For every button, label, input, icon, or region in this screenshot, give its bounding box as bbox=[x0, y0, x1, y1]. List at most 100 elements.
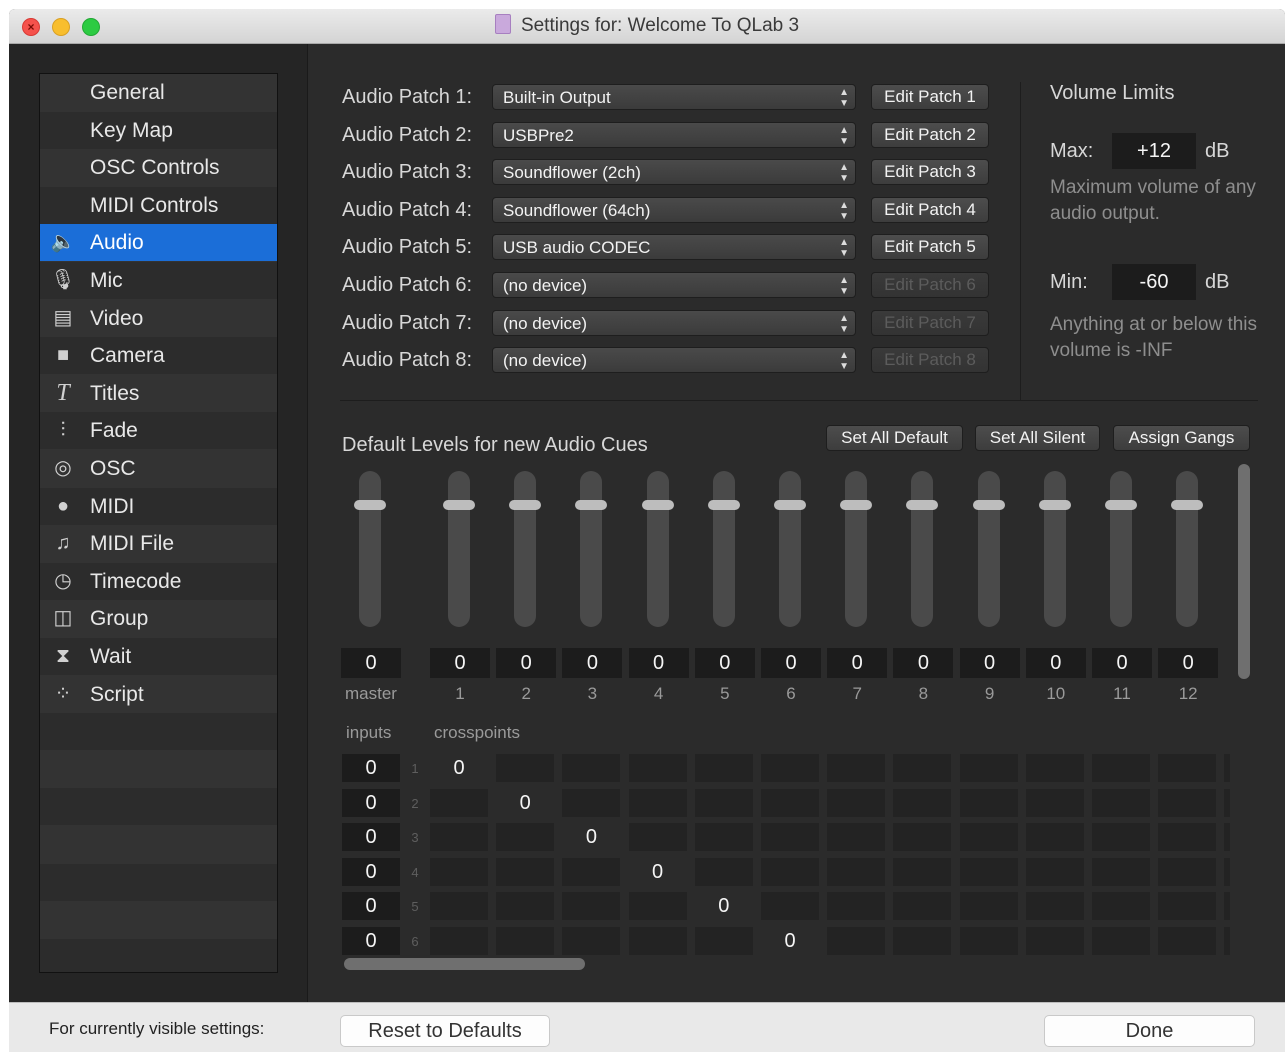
edit-patch-7-button[interactable]: Edit Patch 7 bbox=[871, 309, 989, 336]
sidebar-item-wait[interactable]: ⧗ Wait bbox=[40, 638, 277, 675]
crosspoint-cell[interactable] bbox=[959, 754, 1018, 782]
crosspoint-cell[interactable] bbox=[761, 788, 819, 817]
audio-patch-6-device-select[interactable]: (no device) ▲ ▼ bbox=[492, 272, 856, 298]
crosspoint-cell[interactable] bbox=[1158, 788, 1217, 817]
audio-patch-7-device-select[interactable]: (no device) ▲ ▼ bbox=[492, 309, 856, 336]
master-fader[interactable] bbox=[354, 471, 386, 627]
crosspoint-cell[interactable] bbox=[694, 788, 753, 817]
crosspoint-cell[interactable] bbox=[893, 892, 952, 921]
sidebar-item-video[interactable]: ▤ Video bbox=[40, 300, 277, 337]
crosspoint-cell[interactable]: 0 bbox=[628, 857, 687, 886]
crosspoint-cell[interactable] bbox=[496, 857, 555, 886]
crosspoint-cell[interactable] bbox=[1092, 823, 1150, 852]
edit-patch-3-button[interactable]: Edit Patch 3 bbox=[871, 159, 989, 186]
fader-value-field[interactable]: 0 bbox=[1025, 648, 1086, 678]
crosspoint-cell[interactable] bbox=[761, 823, 819, 852]
crosspoint-cell[interactable] bbox=[1158, 892, 1217, 921]
crosspoint-cell[interactable] bbox=[430, 927, 488, 955]
output-fader-11[interactable] bbox=[1105, 471, 1137, 627]
set-all-silent-button[interactable]: Set All Silent bbox=[975, 425, 1100, 451]
crosspoint-cell[interactable] bbox=[1025, 788, 1084, 817]
assign-gangs-button[interactable]: Assign Gangs bbox=[1113, 425, 1250, 451]
fader-value-field[interactable]: 0 bbox=[341, 648, 401, 678]
sidebar-item-timecode[interactable]: ◷ Timecode bbox=[40, 562, 277, 600]
crosspoint-cell[interactable] bbox=[893, 857, 952, 886]
crosspoint-cell[interactable] bbox=[430, 892, 488, 921]
output-fader-5[interactable] bbox=[707, 471, 740, 627]
edit-patch-4-button[interactable]: Edit Patch 4 bbox=[871, 196, 989, 223]
output-fader-9[interactable] bbox=[972, 471, 1005, 627]
crosspoint-cell[interactable] bbox=[1025, 927, 1084, 955]
done-button[interactable]: Done bbox=[1044, 1015, 1255, 1047]
crosspoint-cell[interactable] bbox=[628, 754, 687, 782]
fader-value-field[interactable]: 0 bbox=[761, 648, 821, 678]
crosspoint-cell[interactable] bbox=[562, 892, 621, 921]
crosspoint-cell[interactable] bbox=[1025, 823, 1084, 852]
crosspoint-cell[interactable] bbox=[628, 892, 687, 921]
crosspoint-cell[interactable] bbox=[694, 857, 753, 886]
crosspoint-cell[interactable] bbox=[430, 823, 488, 852]
input-level-field[interactable]: 0 bbox=[342, 823, 400, 852]
crosspoint-cell[interactable] bbox=[1158, 857, 1217, 886]
edit-patch-5-button[interactable]: Edit Patch 5 bbox=[871, 234, 989, 261]
fader-knob[interactable] bbox=[1171, 500, 1204, 511]
sidebar-item-midi-file[interactable]: ♫ MIDI File bbox=[40, 525, 277, 562]
audio-patch-8-device-select[interactable]: (no device) ▲ ▼ bbox=[492, 347, 856, 374]
crosspoint-cell[interactable] bbox=[761, 892, 819, 921]
fader-value-field[interactable]: 0 bbox=[496, 648, 557, 678]
sidebar-item-osc[interactable]: ◎ OSC bbox=[40, 450, 277, 487]
crosspoint-cell[interactable] bbox=[761, 754, 819, 782]
edit-patch-2-button[interactable]: Edit Patch 2 bbox=[871, 121, 989, 148]
output-fader-12[interactable] bbox=[1171, 471, 1204, 627]
crosspoint-cell[interactable] bbox=[694, 823, 753, 852]
audio-patch-3-device-select[interactable]: Soundflower (2ch) ▲ ▼ bbox=[492, 159, 856, 186]
output-fader-4[interactable] bbox=[641, 471, 674, 627]
fader-value-field[interactable]: 0 bbox=[959, 648, 1020, 678]
audio-patch-2-device-select[interactable]: USBPre2 ▲ ▼ bbox=[492, 121, 856, 148]
vertical-scrollbar[interactable] bbox=[1238, 464, 1250, 679]
crosspoint-cell[interactable] bbox=[1025, 857, 1084, 886]
crosspoint-cell[interactable] bbox=[430, 857, 488, 886]
fader-value-field[interactable]: 0 bbox=[628, 648, 689, 678]
max-volume-field[interactable]: +12 bbox=[1112, 133, 1196, 169]
sidebar-item-fade[interactable]: ⫶ Fade bbox=[40, 412, 277, 450]
output-fader-1[interactable] bbox=[443, 471, 475, 627]
fader-value-field[interactable]: 0 bbox=[694, 648, 755, 678]
fader-knob[interactable] bbox=[1105, 500, 1137, 511]
crosspoint-cell[interactable] bbox=[1092, 788, 1150, 817]
input-level-field[interactable]: 0 bbox=[342, 892, 400, 921]
crosspoint-cell[interactable] bbox=[628, 823, 687, 852]
sidebar-item-osc-controls[interactable]: OSC Controls bbox=[40, 149, 277, 186]
crosspoint-cell[interactable] bbox=[1092, 927, 1150, 955]
crosspoint-cell[interactable] bbox=[959, 788, 1018, 817]
crosspoint-cell[interactable] bbox=[893, 823, 952, 852]
crosspoint-cell[interactable] bbox=[1092, 892, 1150, 921]
fader-value-field[interactable]: 0 bbox=[430, 648, 490, 678]
sidebar-item-group[interactable]: ◫ Group bbox=[40, 600, 277, 637]
crosspoint-cell[interactable] bbox=[827, 927, 886, 955]
edit-patch-6-button[interactable]: Edit Patch 6 bbox=[871, 272, 989, 298]
crosspoint-cell[interactable] bbox=[628, 927, 687, 955]
crosspoint-cell[interactable] bbox=[694, 927, 753, 955]
sidebar-item-key-map[interactable]: Key Map bbox=[40, 111, 277, 149]
fader-knob[interactable] bbox=[575, 500, 608, 511]
crosspoint-cell[interactable] bbox=[562, 754, 621, 782]
crosspoint-cell[interactable]: 0 bbox=[694, 892, 753, 921]
edit-patch-8-button[interactable]: Edit Patch 8 bbox=[871, 347, 989, 374]
crosspoint-cell[interactable] bbox=[1158, 754, 1217, 782]
crosspoint-cell[interactable] bbox=[1158, 823, 1217, 852]
fader-knob[interactable] bbox=[1038, 500, 1071, 511]
output-fader-7[interactable] bbox=[840, 471, 873, 627]
crosspoint-cell[interactable] bbox=[694, 754, 753, 782]
crosspoint-cell[interactable] bbox=[827, 788, 886, 817]
output-fader-8[interactable] bbox=[906, 471, 939, 627]
reset-to-defaults-button[interactable]: Reset to Defaults bbox=[340, 1015, 550, 1047]
fader-value-field[interactable]: 0 bbox=[827, 648, 888, 678]
sidebar-item-audio[interactable]: 🔈 Audio bbox=[40, 224, 277, 262]
sidebar-item-mic[interactable]: 🎙 Mic bbox=[40, 262, 277, 299]
output-fader-10[interactable] bbox=[1038, 471, 1071, 627]
output-fader-6[interactable] bbox=[774, 471, 806, 627]
crosspoint-cell[interactable] bbox=[959, 927, 1018, 955]
sidebar-item-script[interactable]: ⁘ Script bbox=[40, 676, 277, 713]
crosspoint-cell[interactable] bbox=[1092, 754, 1150, 782]
